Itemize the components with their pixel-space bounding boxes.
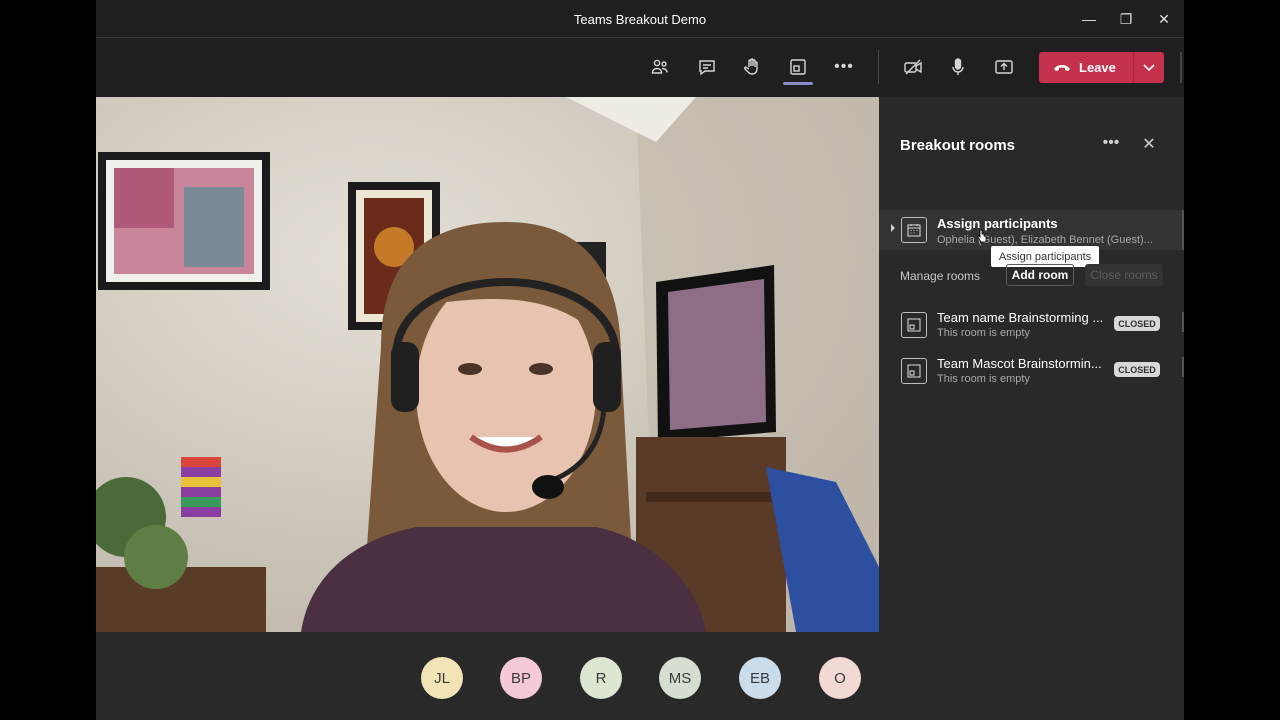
share-screen-button[interactable]: [989, 53, 1019, 81]
avatar-initials: O: [834, 669, 846, 687]
phone-hangup-icon: [1054, 64, 1070, 71]
microphone-icon: [952, 58, 964, 75]
breakout-rooms-panel: Breakout rooms ••• ✕ Assign participants…: [879, 97, 1184, 720]
room-icon: [901, 358, 927, 384]
leave-options-button[interactable]: [1134, 63, 1164, 72]
video-frame-image: [96, 97, 879, 632]
assign-title: Assign participants: [937, 216, 1058, 231]
more-actions-button[interactable]: •••: [829, 53, 859, 81]
closed-badge: CLOSED: [1114, 362, 1160, 377]
toolbar-divider: [878, 50, 879, 84]
leave-button[interactable]: Leave: [1039, 52, 1164, 83]
more-icon: •••: [834, 58, 854, 75]
close-rooms-button[interactable]: Close rooms: [1085, 264, 1163, 286]
scroll-indicator: [1182, 357, 1184, 377]
main-video-feed: [96, 97, 879, 632]
title-bar: Teams Breakout Demo — ❐ ✕: [96, 0, 1184, 38]
room-name[interactable]: Team name Brainstorming ...: [937, 310, 1112, 325]
share-icon: [995, 60, 1013, 74]
panel-more-button[interactable]: •••: [1099, 134, 1123, 154]
raise-hand-button[interactable]: [737, 53, 767, 81]
window-title: Teams Breakout Demo: [573, 12, 707, 27]
expand-caret-icon: [891, 224, 895, 232]
room-name[interactable]: Team Mascot Brainstormin...: [937, 356, 1112, 371]
meeting-toolbar: [96, 38, 1184, 97]
room-status: This room is empty: [937, 327, 1030, 339]
participant-avatar-jl[interactable]: JL: [421, 657, 463, 699]
add-room-button[interactable]: Add room: [1006, 264, 1074, 286]
chat-icon: [699, 60, 715, 76]
scroll-indicator: [1182, 210, 1184, 250]
avatar-initials: MS: [668, 669, 692, 687]
closed-badge: CLOSED: [1114, 316, 1160, 331]
participant-avatar-r[interactable]: R: [580, 657, 622, 699]
participant-avatar-eb[interactable]: EB: [739, 657, 781, 699]
manage-rooms-label: Manage rooms: [900, 269, 981, 283]
close-window-button[interactable]: ✕: [1149, 6, 1179, 32]
people-button[interactable]: [645, 53, 675, 81]
assign-subtitle: Ophelia (Guest), Elizabeth Bennet (Guest…: [937, 234, 1153, 246]
leave-label: Leave: [1079, 60, 1116, 75]
room-icon: [901, 312, 927, 338]
avatar-initials: JL: [434, 669, 450, 687]
restore-button[interactable]: ❐: [1111, 6, 1141, 32]
participant-avatar-bp[interactable]: BP: [500, 657, 542, 699]
close-icon: ✕: [1142, 136, 1156, 153]
cursor-hand-icon: [977, 229, 987, 243]
avatar-initials: EB: [749, 669, 770, 687]
chevron-down-icon: [1143, 63, 1155, 71]
avatar-initials: R: [595, 669, 607, 687]
breakout-rooms-icon: [790, 59, 806, 75]
assign-calendar-icon: [901, 217, 927, 243]
assign-participants-row[interactable]: Assign participants Ophelia (Guest), Eli…: [879, 210, 1184, 250]
people-icon: [651, 59, 668, 74]
teams-window: Teams Breakout Demo — ❐ ✕ ••• Leave JL B…: [96, 0, 1184, 720]
more-icon: •••: [1102, 134, 1120, 151]
camera-off-icon: [904, 59, 922, 75]
toolbar-edge: [1180, 52, 1182, 83]
chat-button[interactable]: [692, 53, 722, 81]
avatar-initials: BP: [510, 669, 531, 687]
camera-toggle-button[interactable]: [898, 53, 928, 81]
participant-avatar-ms[interactable]: MS: [659, 657, 701, 699]
scroll-indicator: [1182, 312, 1184, 332]
raise-hand-icon: [743, 58, 758, 75]
panel-close-button[interactable]: ✕: [1139, 134, 1159, 154]
breakout-active-indicator: [783, 82, 813, 85]
breakout-rooms-button[interactable]: [783, 53, 813, 81]
microphone-button[interactable]: [943, 53, 973, 81]
panel-title: Breakout rooms: [900, 137, 1016, 154]
minimize-button[interactable]: —: [1074, 6, 1104, 32]
room-status: This room is empty: [937, 373, 1030, 385]
participant-avatar-o[interactable]: O: [819, 657, 861, 699]
